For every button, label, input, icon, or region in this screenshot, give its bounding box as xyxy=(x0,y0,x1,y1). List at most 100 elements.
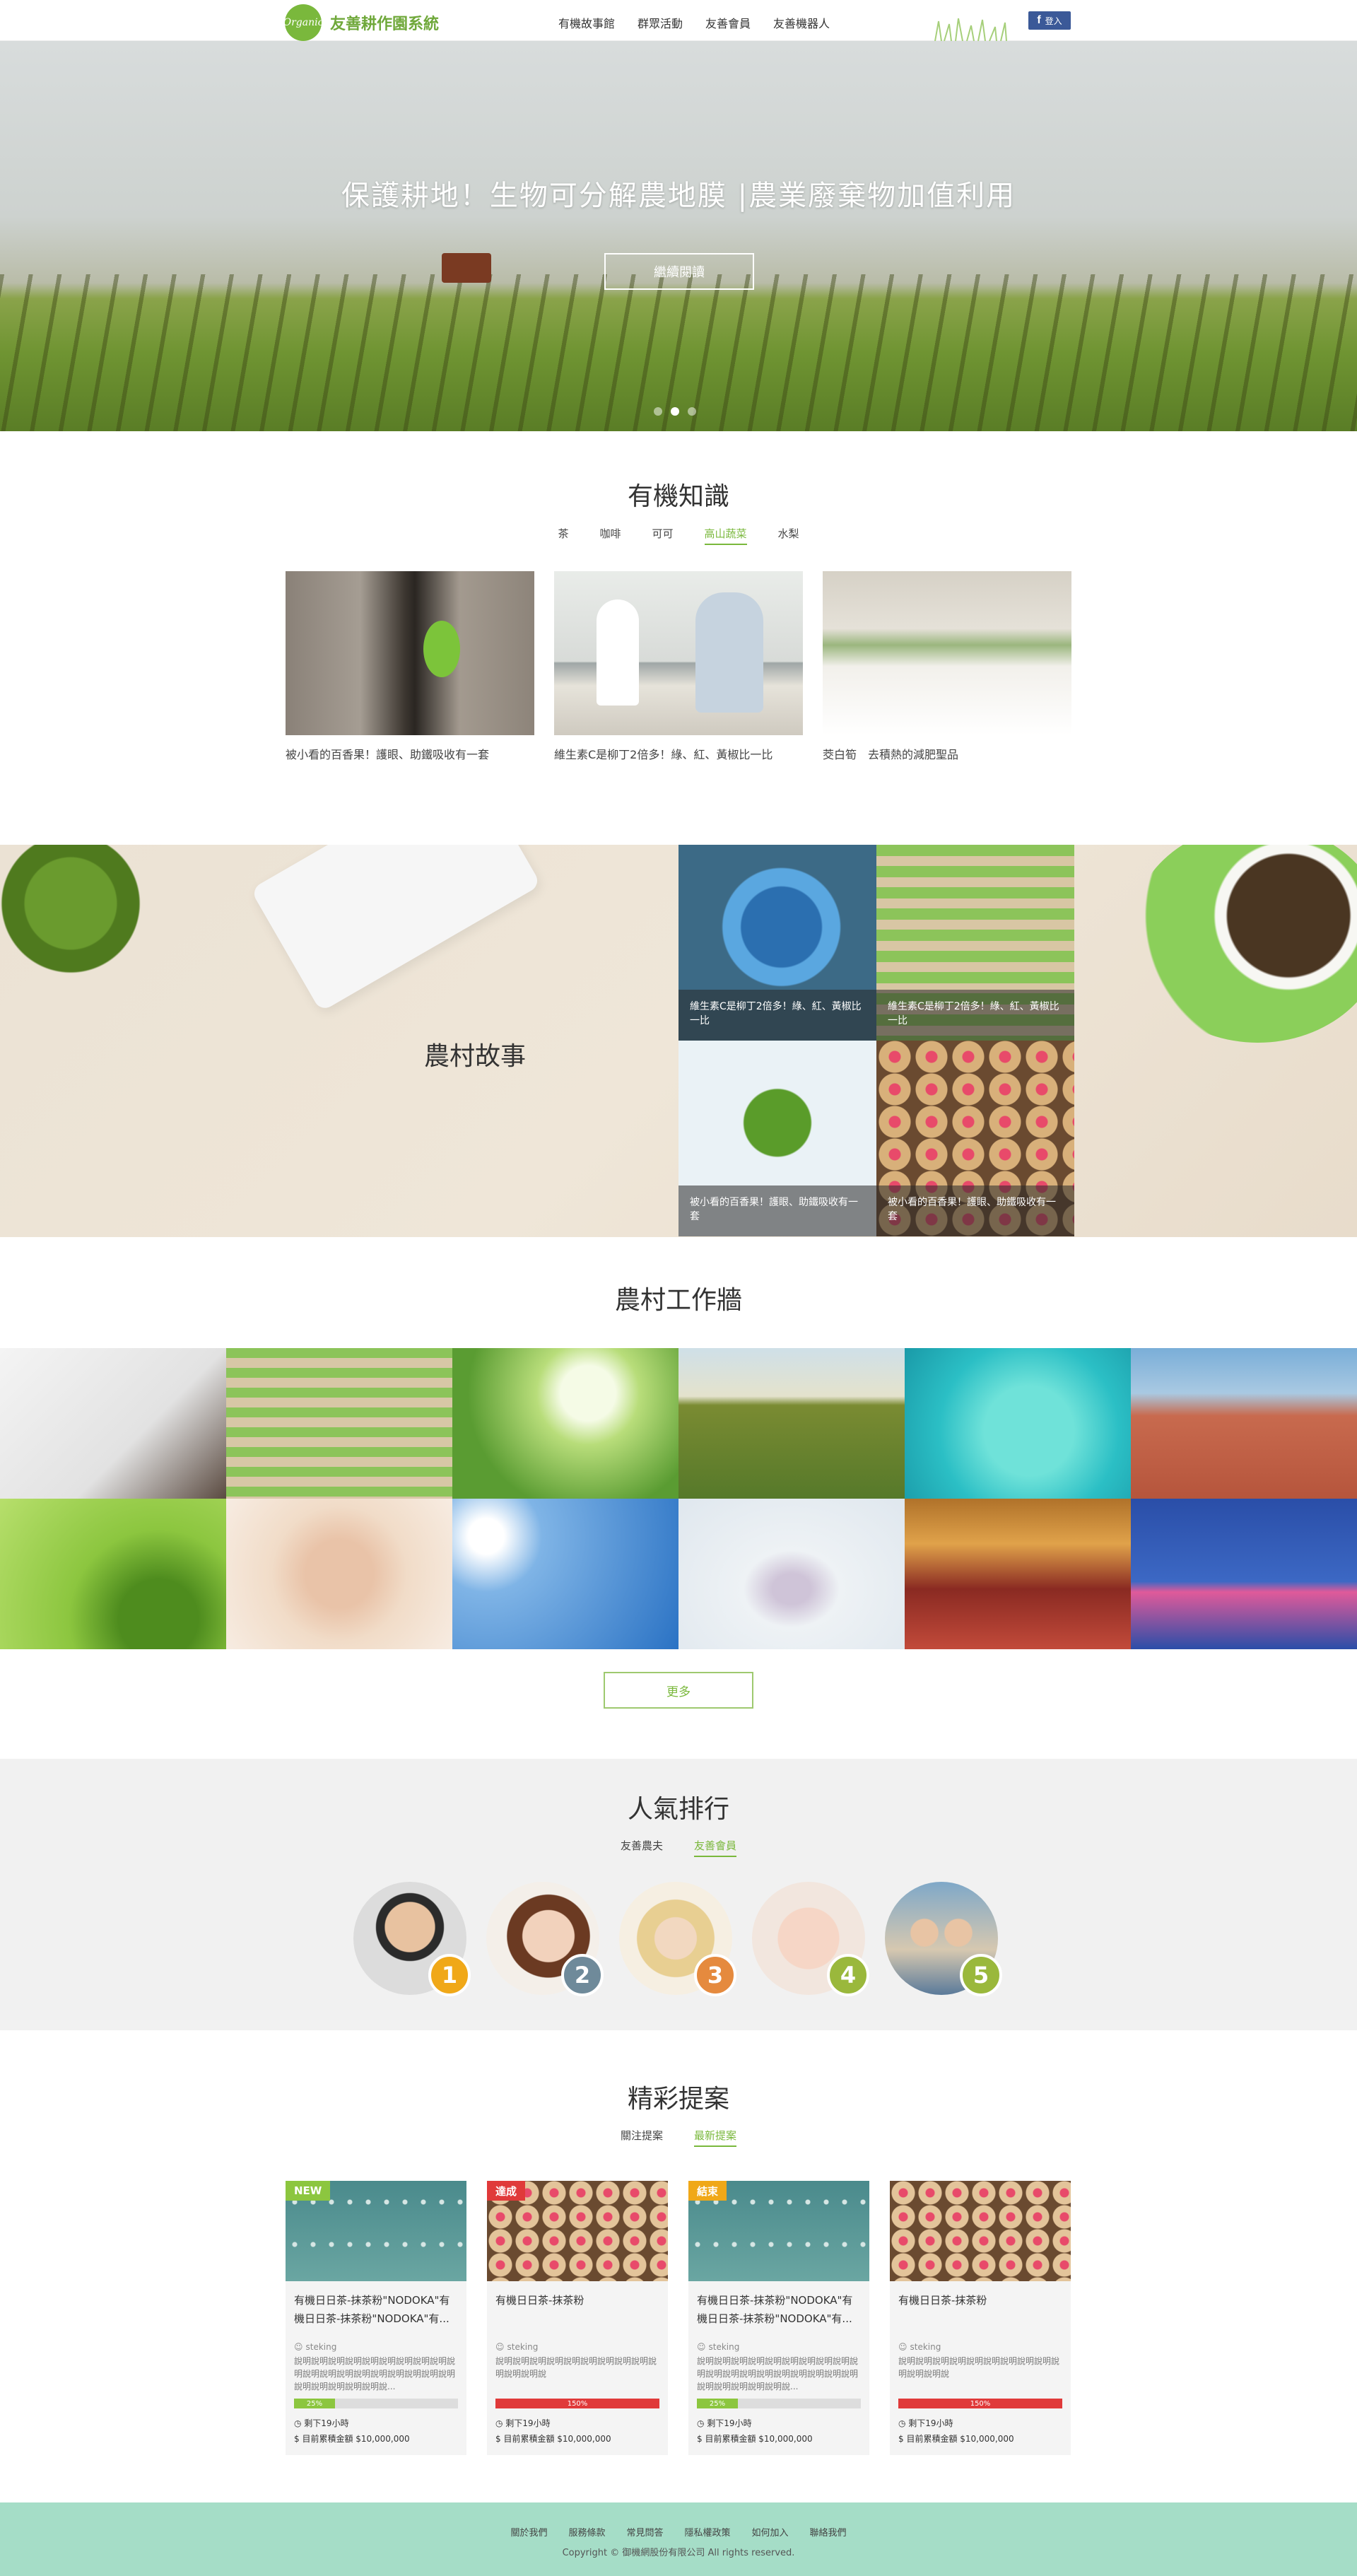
ranking-avatar[interactable]: 5 xyxy=(885,1882,1002,1996)
author-name: steking xyxy=(910,2342,941,2352)
main-nav: 有機故事館 群眾活動 友善會員 友善機器人 xyxy=(558,14,830,31)
proposal-description: 說明說明說明說明說明說明說明說明說明說明說明說明說明說明說明說明說明說明說明說明… xyxy=(697,2356,859,2391)
gallery-image[interactable] xyxy=(678,1499,905,1649)
footer-link-terms[interactable]: 服務條款 xyxy=(568,2525,605,2539)
knowledge-card[interactable]: 茭白筍 去積熱的減肥聖品 xyxy=(823,571,1071,762)
progress-fill: 150% xyxy=(495,2399,659,2408)
proposal-image xyxy=(890,2181,1071,2281)
grass-decoration-icon xyxy=(934,18,1007,41)
site-logo[interactable]: Organic 友善耕作園系統 xyxy=(283,4,439,41)
tab-coffee[interactable]: 咖啡 xyxy=(599,526,621,545)
more-button[interactable]: 更多 xyxy=(604,1672,753,1709)
proposal-title: 有機日日茶-抹茶粉"NODOKA"有機日日茶-抹茶粉"NODOKA"有... xyxy=(294,2294,450,2325)
proposal-description: 說明說明說明說明說明說明說明說明說明說明說明說明說明說明說明說明說明說明說明說明… xyxy=(294,2356,456,2391)
tab-mountain-vegetables[interactable]: 高山蔬菜 xyxy=(704,526,747,545)
gallery-image[interactable] xyxy=(1131,1348,1357,1499)
site-header: Organic 友善耕作園系統 有機故事館 群眾活動 友善會員 友善機器人 f … xyxy=(0,0,1357,41)
nav-item-events[interactable]: 群眾活動 xyxy=(638,14,683,31)
proposal-title: 有機日日茶-抹茶粉 xyxy=(898,2294,987,2307)
dollar-icon: $ xyxy=(294,2434,302,2444)
site-footer: 關於我們 服務條款 常見問答 隱私權政策 如何加入 聯絡我們 Copyright… xyxy=(0,2502,1357,2576)
read-more-button[interactable]: 繼續閱讀 xyxy=(604,253,754,290)
facebook-login-button[interactable]: f 登入 xyxy=(1028,11,1071,30)
time-remaining: ◷ 剩下19小時 xyxy=(898,2418,953,2428)
proposal-card[interactable]: 結束 有機日日茶-抹茶粉"NODOKA"有機日日茶-抹茶粉"NODOKA"有..… xyxy=(688,2181,869,2455)
gallery-image[interactable] xyxy=(226,1348,452,1499)
proposal-title: 有機日日茶-抹茶粉"NODOKA"有機日日茶-抹茶粉"NODOKA"有... xyxy=(697,2294,853,2325)
tab-latest-proposals[interactable]: 最新提案 xyxy=(694,2128,737,2147)
proposal-author: ☺ steking xyxy=(495,2342,659,2352)
proposals-tabs: 關注提案 最新提案 xyxy=(0,2128,1357,2147)
workwall-title: 農村工作牆 xyxy=(614,1286,742,1315)
proposal-card[interactable]: NEW 有機日日茶-抹茶粉"NODOKA"有機日日茶-抹茶粉"NODOKA"有.… xyxy=(286,2181,466,2455)
new-tag: NEW xyxy=(286,2181,331,2201)
story-tile[interactable]: 被小看的百香果！護眼、助鐵吸收有一套 xyxy=(876,1041,1074,1236)
ranking-avatar[interactable]: 1 xyxy=(353,1882,471,1996)
gallery-image[interactable] xyxy=(0,1348,226,1499)
user-icon: ☺ xyxy=(294,2342,303,2352)
user-icon: ☺ xyxy=(898,2342,907,2352)
gallery-image[interactable] xyxy=(452,1348,678,1499)
tab-cocoa[interactable]: 可可 xyxy=(652,526,673,545)
rural-stories-section: 農村故事 維生素C是柳丁2倍多！綠、紅、黃椒比一比 維生素C是柳丁2倍多！綠、紅… xyxy=(0,845,1357,1237)
tractor-image xyxy=(442,253,491,283)
footer-link-join[interactable]: 如何加入 xyxy=(752,2525,789,2539)
progress-bar: 25% xyxy=(697,2399,861,2408)
knowledge-tabs: 茶 咖啡 可可 高山蔬菜 水梨 xyxy=(0,526,1357,545)
story-tile[interactable]: 維生素C是柳丁2倍多！綠、紅、黃椒比一比 xyxy=(678,845,876,1041)
knowledge-title: 有機知識 xyxy=(627,482,729,511)
carousel-dots xyxy=(654,407,696,416)
user-icon: ☺ xyxy=(495,2342,505,2352)
carousel-dot-3[interactable] xyxy=(688,407,696,416)
story-tile-caption: 被小看的百香果！護眼、助鐵吸收有一套 xyxy=(678,1185,876,1236)
nav-item-story-hall[interactable]: 有機故事館 xyxy=(558,14,615,31)
nav-item-robot[interactable]: 友善機器人 xyxy=(773,14,830,31)
progress-fill: 25% xyxy=(697,2399,738,2408)
gallery-image[interactable] xyxy=(452,1499,678,1649)
proposal-author: ☺ steking xyxy=(294,2342,458,2352)
workwall-gallery xyxy=(0,1348,1357,1649)
clock-icon: ◷ xyxy=(294,2418,305,2428)
gallery-image[interactable] xyxy=(905,1499,1131,1649)
ranking-avatar[interactable]: 4 xyxy=(752,1882,869,1996)
knowledge-card-image xyxy=(823,571,1071,735)
carousel-dot-1[interactable] xyxy=(654,407,662,416)
tab-friendly-members[interactable]: 友善會員 xyxy=(694,1838,737,1857)
story-tile-caption: 被小看的百香果！護眼、助鐵吸收有一套 xyxy=(876,1185,1074,1236)
keyboard-decoration xyxy=(250,845,541,1012)
knowledge-card[interactable]: 維生素C是柳丁2倍多！綠、紅、黃椒比一比 xyxy=(554,571,803,762)
knowledge-card-caption: 維生素C是柳丁2倍多！綠、紅、黃椒比一比 xyxy=(554,748,773,761)
clock-icon: ◷ xyxy=(697,2418,707,2428)
story-tile[interactable]: 被小看的百香果！護眼、助鐵吸收有一套 xyxy=(678,1041,876,1236)
footer-link-contact[interactable]: 聯絡我們 xyxy=(810,2525,847,2539)
gallery-image[interactable] xyxy=(1131,1499,1357,1649)
footer-link-about[interactable]: 關於我們 xyxy=(510,2525,547,2539)
proposal-author: ☺ steking xyxy=(697,2342,861,2352)
nav-item-members[interactable]: 友善會員 xyxy=(705,14,751,31)
ranking-avatar[interactable]: 2 xyxy=(486,1882,604,1996)
footer-link-faq[interactable]: 常見問答 xyxy=(626,2525,663,2539)
tab-pear[interactable]: 水梨 xyxy=(778,526,799,545)
dollar-icon: $ xyxy=(898,2434,907,2444)
rank-badge: 4 xyxy=(827,1954,869,1996)
carousel-dot-2[interactable] xyxy=(671,407,679,416)
hero-title: 保護耕地！生物可分解農地膜 |農業廢棄物加值利用 xyxy=(341,180,1016,212)
copyright: Copyright © 御機網股份有限公司 All rights reserve… xyxy=(562,2548,795,2558)
gallery-image[interactable] xyxy=(678,1348,905,1499)
proposal-card[interactable]: 達成 有機日日茶-抹茶粉 ☺ steking 說明說明說明說明說明說明說明說明說明… xyxy=(487,2181,668,2455)
gallery-image[interactable] xyxy=(226,1499,452,1649)
rank-badge: 5 xyxy=(960,1954,1002,1996)
tab-followed-proposals[interactable]: 關注提案 xyxy=(621,2128,663,2147)
footer-links: 關於我們 服務條款 常見問答 隱私權政策 如何加入 聯絡我們 xyxy=(0,2525,1357,2539)
stories-title: 農村故事 xyxy=(424,1042,527,1071)
story-tile[interactable]: 維生素C是柳丁2倍多！綠、紅、黃椒比一比 xyxy=(876,845,1074,1041)
gallery-image[interactable] xyxy=(905,1348,1131,1499)
gallery-image[interactable] xyxy=(0,1499,226,1649)
proposal-image: 結束 xyxy=(688,2181,869,2281)
proposal-card[interactable]: 有機日日茶-抹茶粉 ☺ steking 說明說明說明說明說明說明說明說明說明說明說… xyxy=(890,2181,1071,2455)
footer-link-privacy[interactable]: 隱私權政策 xyxy=(685,2525,731,2539)
ranking-avatar[interactable]: 3 xyxy=(619,1882,736,1996)
knowledge-card[interactable]: 被小看的百香果！護眼、助鐵吸收有一套 xyxy=(286,571,534,762)
tab-tea[interactable]: 茶 xyxy=(558,526,568,545)
tab-friendly-farmers[interactable]: 友善農夫 xyxy=(621,1838,663,1857)
